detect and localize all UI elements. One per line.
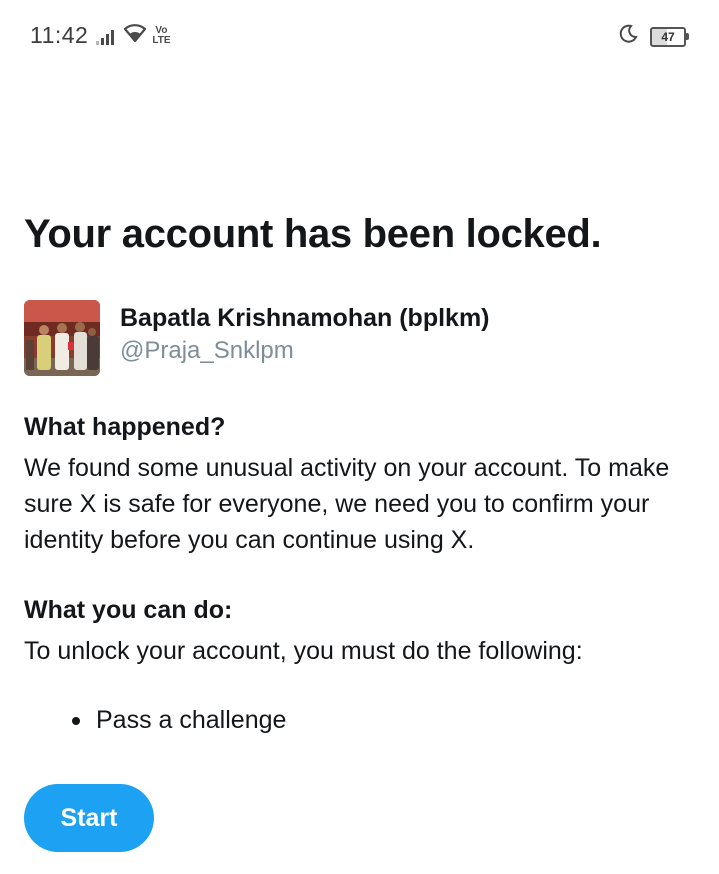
user-handle: @Praja_Snklpm: [120, 337, 294, 364]
volte-icon: Vo LTE: [152, 24, 171, 46]
volte-top-label: Vo: [155, 24, 168, 36]
battery-tip: [686, 33, 689, 40]
what-happened-body: We found some unusual activity on your a…: [24, 454, 670, 554]
step-label: Pass a challenge: [96, 706, 287, 734]
profile-text: Bapatla Krishnamohan (bplkm) @Praja_Snkl…: [120, 302, 490, 368]
steps-list: Pass a challenge: [24, 706, 286, 735]
what-you-can-do-body: To unlock your account, you must do the …: [24, 637, 583, 665]
what-happened-heading: What happened?: [24, 413, 226, 441]
status-left: 11:42 Vo LTE: [30, 22, 171, 49]
profile-card: Bapatla Krishnamohan (bplkm) @Praja_Snkl…: [24, 300, 490, 376]
start-button[interactable]: Start: [24, 784, 154, 852]
what-you-can-do-heading: What you can do:: [24, 596, 233, 624]
status-right: 47: [618, 24, 689, 49]
status-time: 11:42: [30, 22, 89, 48]
list-item: Pass a challenge: [24, 706, 286, 735]
volte-bottom-label: LTE: [152, 34, 171, 46]
display-name: Bapatla Krishnamohan (bplkm): [120, 304, 490, 332]
battery-level: 47: [650, 26, 686, 47]
battery-icon: 47: [650, 26, 689, 47]
avatar: [24, 300, 100, 376]
signal-icon: [96, 27, 116, 45]
page-title: Your account has been locked.: [24, 212, 602, 256]
moon-icon: [618, 24, 638, 49]
status-bar: 11:42 Vo LTE 47: [0, 0, 719, 72]
bullet-icon: [72, 716, 80, 725]
wifi-icon: [124, 24, 147, 47]
